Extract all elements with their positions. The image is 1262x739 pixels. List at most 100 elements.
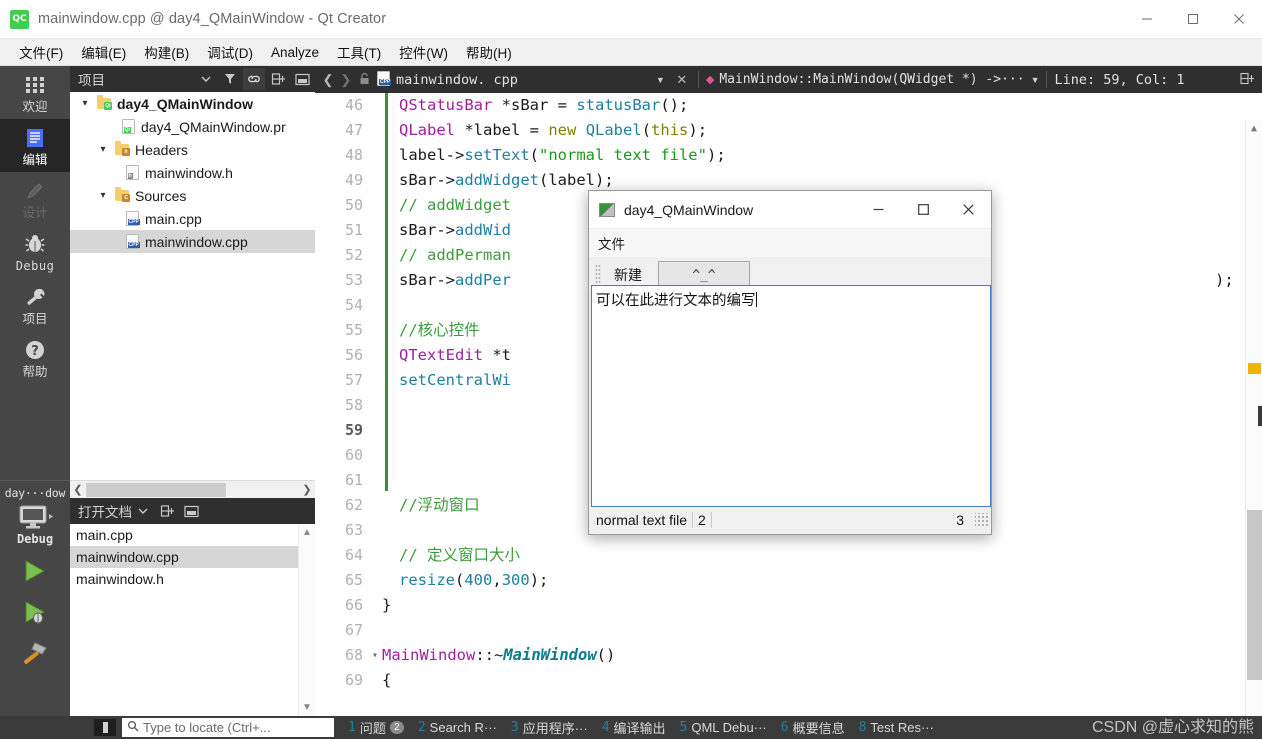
app-menu-file[interactable]: 文件 [598,233,625,253]
output-pane-test-results[interactable]: 8 Test Res··· [859,720,934,735]
tree-item-pro-file[interactable]: Qt day4_QMainWindow.pr [70,115,315,138]
chevron-down-icon[interactable]: ▾ [76,98,94,109]
open-doc-item[interactable]: mainwindow.cpp [70,546,315,568]
close-button[interactable] [1216,0,1262,39]
scrollbar-thumb[interactable] [86,483,226,497]
link-icon[interactable] [243,68,265,90]
resize-grip-icon[interactable] [975,513,989,527]
debug-run-button[interactable] [18,599,52,628]
statusbar-left-label: normal text file [591,512,692,528]
project-tree-horizontal-scrollbar[interactable]: ❮ ❯ [70,480,315,498]
mode-button-debug[interactable]: Debug [0,225,70,278]
app-statusbar: normal text file 2 3 [591,507,991,532]
app-minimize-button[interactable] [856,191,901,229]
menu-tools[interactable]: 工具(T) [328,39,390,65]
pink-diamond-icon: ◆ [706,73,714,86]
chevron-down-icon[interactable] [132,500,154,522]
tree-item-headers[interactable]: ▾ h Headers [70,138,315,161]
tree-item-main-cpp[interactable]: CPP main.cpp [70,207,315,230]
fold-toggle-icon[interactable]: ▾ [367,643,383,668]
menu-widgets[interactable]: 控件(W) [390,39,457,65]
menu-debug[interactable]: 调试(D) [198,39,262,65]
split-icon[interactable] [267,68,289,90]
scrollbar-thumb[interactable] [1247,510,1262,680]
split-icon[interactable] [156,500,178,522]
chevron-down-icon[interactable]: ▼ [1031,75,1040,85]
scrollbar-track[interactable] [86,481,299,498]
menu-file[interactable]: 文件(F) [10,39,72,65]
build-button[interactable] [18,640,52,669]
app-maximize-button[interactable] [901,191,946,229]
run-button[interactable] [18,558,52,587]
mode-button-design[interactable]: 设计 [0,172,70,225]
chevron-right-icon[interactable]: ❯ [337,72,355,88]
menu-build[interactable]: 构建(B) [135,39,198,65]
line-number-current: 59 [315,418,363,443]
status-bar: Type to locate (Ctrl+... 1 问题 2 2 Search… [0,716,1262,739]
mode-button-projects[interactable]: 项目 [0,278,70,331]
line-number: 52 [315,243,363,268]
project-tree[interactable]: ▾ Qt day4_QMainWindow Qt day4_QMainWindo… [70,92,315,480]
chevron-down-icon[interactable] [195,68,217,90]
mode-button-edit[interactable]: 编辑 [0,119,70,172]
minimize-button[interactable] [1124,0,1170,39]
toolbar-divider [1046,71,1047,88]
menu-analyze[interactable]: Analyze [262,42,328,63]
maximize-button[interactable] [1170,0,1216,39]
app-textedit[interactable]: 可以在此进行文本的编写 [591,285,991,507]
sidebar-toggle-icon[interactable] [94,719,116,736]
output-pane-search-results[interactable]: 2 Search R··· [418,720,497,735]
toolbar-new-action[interactable]: 新建 [606,265,650,285]
menu-edit[interactable]: 编辑(E) [72,39,135,65]
tree-label: day4_QMainWindow [117,96,253,112]
qt-project-folder-icon: Qt [94,98,114,109]
editor-symbol-selector[interactable]: MainWindow::MainWindow(QWidget *) ->··· [719,72,1024,87]
document-lines-icon [24,125,46,151]
output-pane-qml-debugger[interactable]: 5 QML Debu··· [680,720,767,735]
output-pane-application-output[interactable]: 3 应用程序··· [511,718,588,737]
scroll-left-icon[interactable]: ❮ [70,483,86,496]
scroll-right-icon[interactable]: ❯ [299,483,315,496]
open-doc-item[interactable]: mainwindow.h [70,568,315,590]
scroll-up-icon[interactable]: ▲ [1246,120,1262,137]
mode-button-welcome[interactable]: 欢迎 [0,66,70,119]
editor-file-chip[interactable]: CPP mainwindow. cpp [377,71,518,89]
scroll-up-icon[interactable]: ▲ [302,527,312,538]
tree-item-mainwindow-cpp[interactable]: CPP mainwindow.cpp [70,230,315,253]
tree-label: mainwindow.h [145,165,233,181]
open-documents-header: 打开文档 [70,498,315,524]
qt-application-window[interactable]: day4_QMainWindow 文件 新建 ^_^ 可以在此进行文本的编写 n… [588,190,992,535]
output-pane-general-messages[interactable]: 6 概要信息 [781,718,845,737]
locator-input[interactable]: Type to locate (Ctrl+... [122,718,334,737]
app-window-icon [599,203,615,217]
tree-item-sources[interactable]: ▾ C Sources [70,184,315,207]
scroll-down-icon[interactable]: ▼ [302,702,312,713]
minimize-panel-icon[interactable] [291,68,313,90]
tree-item-project[interactable]: ▾ Qt day4_QMainWindow [70,92,315,115]
unlocked-icon[interactable] [355,72,373,88]
chevron-down-icon[interactable]: ▼ [656,75,665,85]
editor-search-marker [1248,363,1261,374]
line-number: 58 [315,393,363,418]
open-doc-item[interactable]: main.cpp [70,524,315,546]
open-documents-list[interactable]: main.cpp mainwindow.cpp mainwindow.h ▲ ▼ [70,524,315,716]
toolbar-drag-handle[interactable] [595,264,601,286]
chevron-down-icon[interactable]: ▾ [94,144,112,155]
output-pane-compile-output[interactable]: 4 编译输出 [602,718,666,737]
output-pane-issues[interactable]: 1 问题 2 [348,718,404,737]
open-documents-scrollbar[interactable]: ▲ ▼ [298,524,315,716]
chevron-left-icon[interactable]: ❮ [319,72,337,88]
chevron-down-icon[interactable]: ▾ [94,190,112,201]
app-close-button[interactable] [946,191,991,229]
minimize-panel-icon[interactable] [180,500,202,522]
tree-item-mainwindow-h[interactable]: h mainwindow.h [70,161,315,184]
close-icon[interactable]: ✕ [673,72,691,88]
mode-button-help[interactable]: ? 帮助 [0,331,70,384]
split-editor-icon[interactable] [1238,72,1256,88]
line-number: 63 [315,518,363,543]
menu-help[interactable]: 帮助(H) [457,39,521,65]
line-number: 49 [315,168,363,193]
kit-selector[interactable]: day···dow Debug [0,481,70,669]
filter-icon[interactable] [219,68,241,90]
change-indicator-bar [385,343,388,491]
